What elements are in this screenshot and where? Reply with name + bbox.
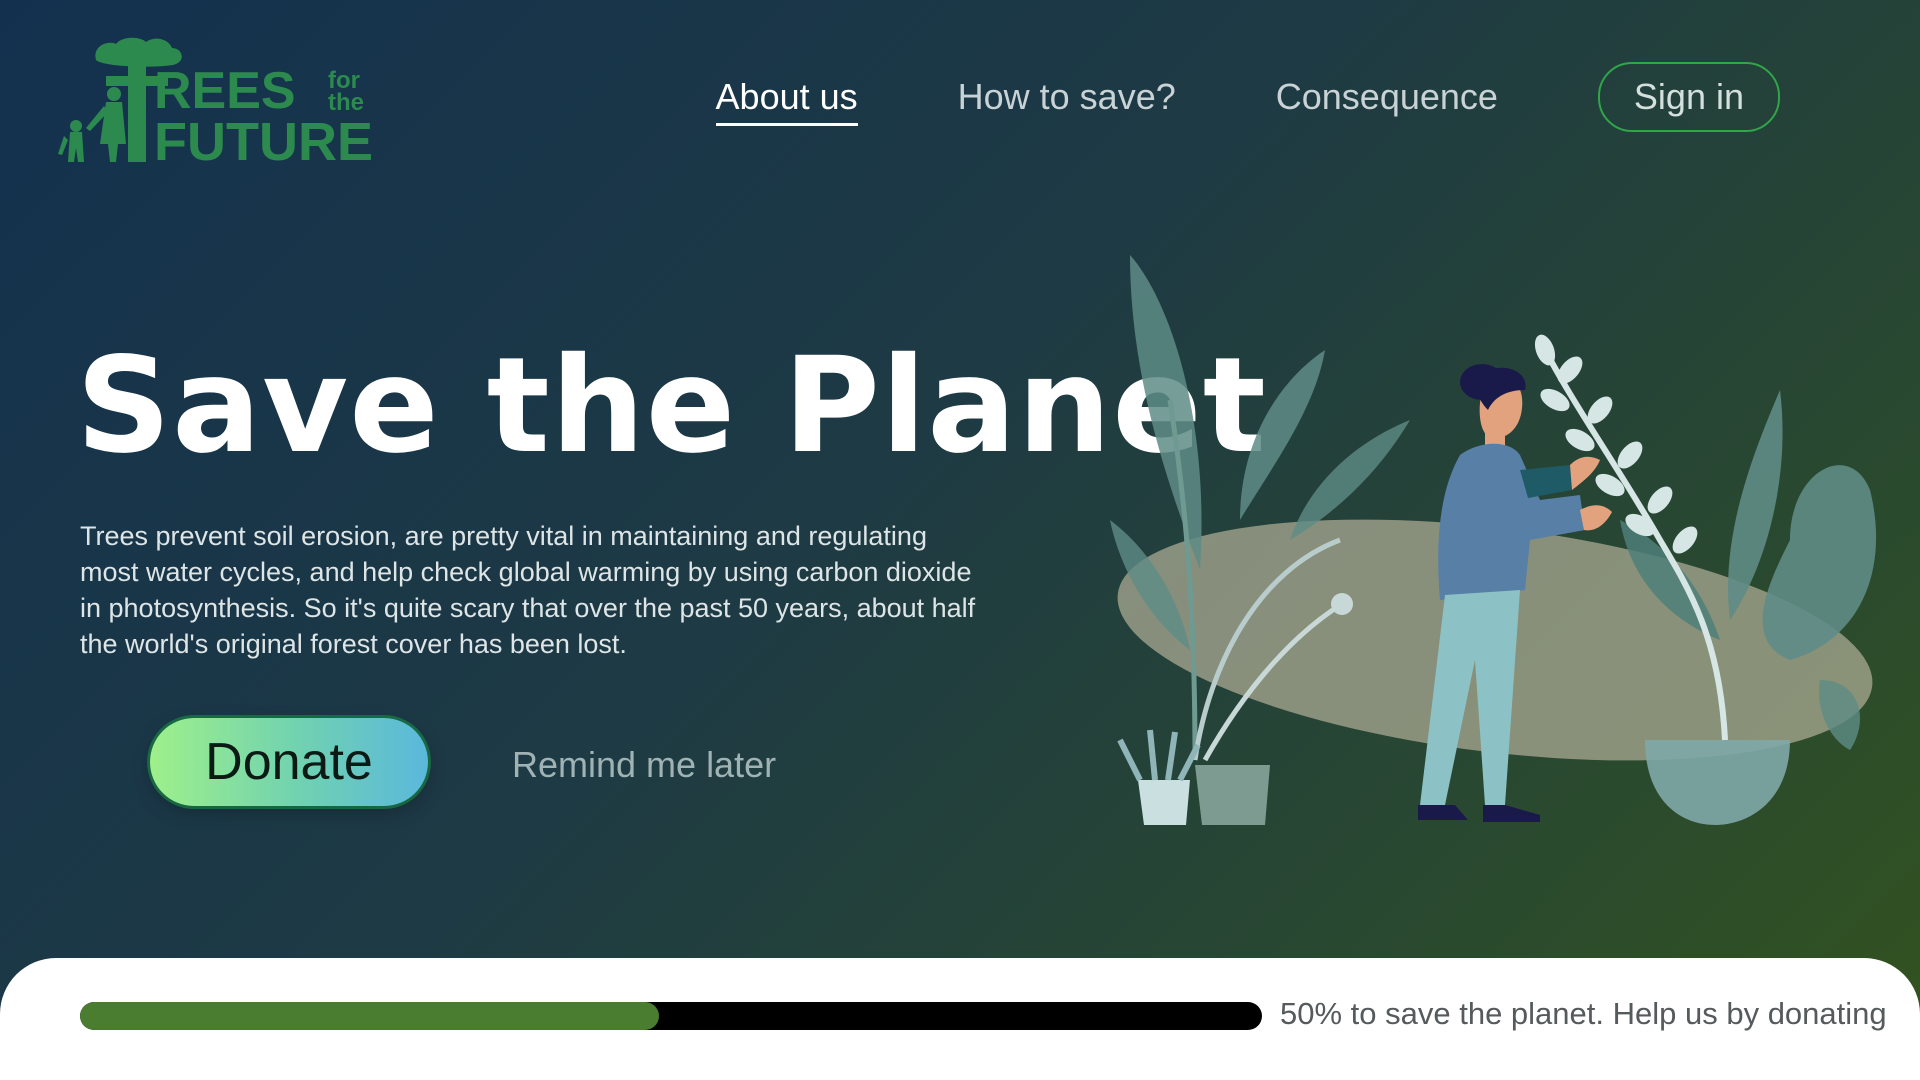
progress-bar-fill [80, 1002, 660, 1030]
logo-future-text: FUTURE [154, 112, 373, 166]
remind-me-later-link[interactable]: Remind me later [512, 744, 776, 786]
trees-for-the-future-logo: REES for the FUTURE [58, 37, 373, 166]
nav-about-us[interactable]: About us [715, 68, 858, 126]
progress-text: 50% to save the planet. Help us by donat… [1280, 996, 1887, 1031]
hero-description: Trees prevent soil erosion, are pretty v… [80, 521, 976, 659]
nav-consequence[interactable]: Consequence [1276, 68, 1498, 126]
donation-progress-panel: 50% to save the planet. Help us by donat… [0, 958, 1920, 1080]
hero-title: Save the Planet [76, 329, 1267, 483]
main-nav: About us How to save? Consequence Sign i… [715, 62, 1780, 132]
hero-illustration [1100, 240, 1890, 840]
logo[interactable]: REES for the FUTURE [56, 36, 396, 166]
woman-with-plants-illustration [1110, 255, 1877, 825]
sign-in-button[interactable]: Sign in [1597, 62, 1780, 132]
progress-bar [80, 1002, 1262, 1030]
donate-button[interactable]: Donate [150, 718, 428, 806]
nav-how-to-save[interactable]: How to save? [958, 68, 1176, 126]
